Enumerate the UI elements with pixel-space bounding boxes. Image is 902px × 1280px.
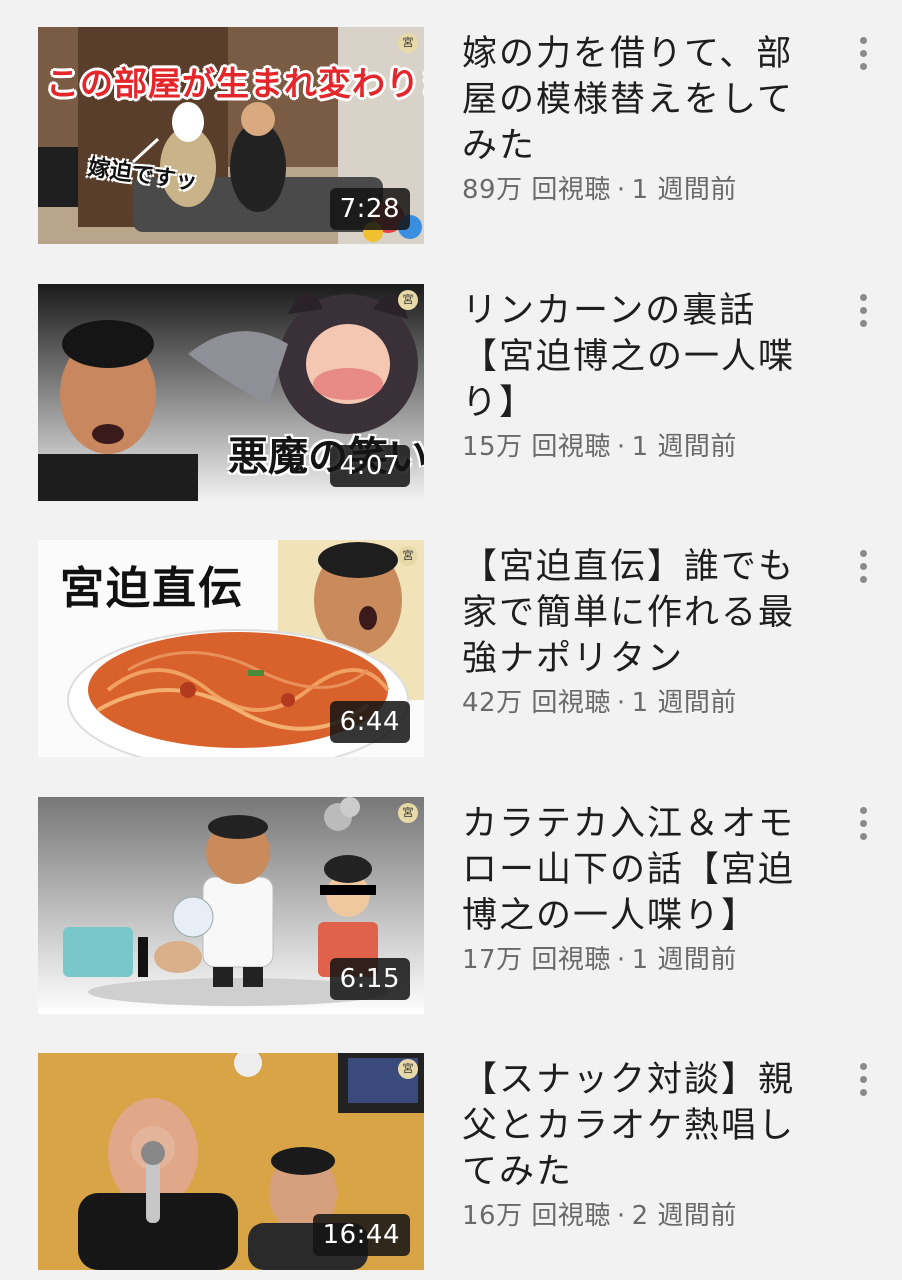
more-options-button[interactable] [848,33,878,73]
dot-icon [859,293,867,301]
view-count: 42万 回視聴 [462,688,611,718]
video-meta: 42万 回視聴 · 1 週間前 [462,685,737,721]
video-meta: 15万 回視聴 · 1 週間前 [462,429,737,465]
channel-badge: 宮 [398,33,418,53]
video-thumbnail[interactable]: 宮 6:15 [38,797,424,1014]
more-options-button[interactable] [848,290,878,330]
video-list: この部屋が生まれ変わります 嫁迫ですッ 宮 7:28 嫁の力を借りて、部屋の模様… [0,0,902,1280]
channel-badge: 宮 [398,546,418,566]
more-options-button[interactable] [848,803,878,843]
video-duration: 6:44 [329,701,410,743]
upload-age: 1 週間前 [631,688,737,718]
video-item-5[interactable]: 宮 16:44 【スナック対談】親父とカラオケ熱唱してみた 16万 回視聴 · 2 … [0,1053,902,1271]
video-meta: 16万 回視聴 · 2 週間前 [462,1198,737,1234]
view-count: 16万 回視聴 [462,1201,611,1231]
video-meta: 17万 回視聴 · 1 週間前 [462,942,737,978]
video-title[interactable]: 嫁の力を借りて、部屋の模様替えをしてみた [462,31,807,169]
dot-icon [859,62,867,70]
view-count: 15万 回視聴 [462,432,611,462]
dot-icon [859,1075,867,1083]
dot-icon [859,832,867,840]
dot-icon [859,319,867,327]
meta-separator: · [616,1201,626,1231]
video-item-4[interactable]: 宮 6:15 カラテカ入江＆オモロー山下の話【宮迫博之の一人喋り】 17万 回視… [0,797,902,1015]
upload-age: 2 週間前 [631,1201,737,1231]
dot-icon [859,36,867,44]
dot-icon [859,549,867,557]
channel-badge: 宮 [398,1059,418,1079]
video-meta: 89万 回視聴 · 1 週間前 [462,172,737,208]
view-count: 17万 回視聴 [462,945,611,975]
dot-icon [859,49,867,57]
video-thumbnail[interactable]: この部屋が生まれ変わります 嫁迫ですッ 宮 7:28 [38,27,424,244]
video-duration: 6:15 [329,958,410,1000]
video-title[interactable]: 【宮迫直伝】誰でも家で簡単に作れる最強ナポリタン [462,544,807,682]
channel-badge: 宮 [398,290,418,310]
dot-icon [859,575,867,583]
channel-badge: 宮 [398,803,418,823]
video-item-1[interactable]: この部屋が生まれ変わります 嫁迫ですッ 宮 7:28 嫁の力を借りて、部屋の模様… [0,27,902,245]
video-title[interactable]: リンカーンの裏話【宮迫博之の一人喋り】 [462,288,807,426]
video-duration: 7:28 [329,188,410,230]
dot-icon [859,819,867,827]
meta-separator: · [616,175,626,205]
dot-icon [859,1088,867,1096]
video-title[interactable]: カラテカ入江＆オモロー山下の話【宮迫博之の一人喋り】 [462,801,807,939]
meta-separator: · [616,688,626,718]
more-options-button[interactable] [848,546,878,586]
video-thumbnail[interactable]: 悪魔の笑い声 宮 4:07 [38,284,424,501]
meta-separator: · [616,432,626,462]
video-thumbnail[interactable]: 宮迫直伝 宮 6:44 [38,540,424,757]
meta-separator: · [616,945,626,975]
dot-icon [859,1062,867,1070]
video-duration: 4:07 [329,445,410,487]
video-item-2[interactable]: 悪魔の笑い声 宮 4:07 リンカーンの裏話【宮迫博之の一人喋り】 15万 回視… [0,284,902,502]
view-count: 89万 回視聴 [462,175,611,205]
thumbnail-banner-text: この部屋が生まれ変わります [46,64,424,103]
video-duration: 16:44 [312,1214,410,1256]
more-options-button[interactable] [848,1059,878,1099]
video-thumbnail[interactable]: 宮 16:44 [38,1053,424,1270]
upload-age: 1 週間前 [631,432,737,462]
upload-age: 1 週間前 [631,945,737,975]
dot-icon [859,806,867,814]
thumbnail-caption-text: 宮迫直伝 [60,563,244,614]
dot-icon [859,562,867,570]
dot-icon [859,306,867,314]
video-title[interactable]: 【スナック対談】親父とカラオケ熱唱してみた [462,1057,807,1195]
video-item-3[interactable]: 宮迫直伝 宮 6:44 【宮迫直伝】誰でも家で簡単に作れる最強ナポリタン 42万… [0,540,902,758]
upload-age: 1 週間前 [631,175,737,205]
